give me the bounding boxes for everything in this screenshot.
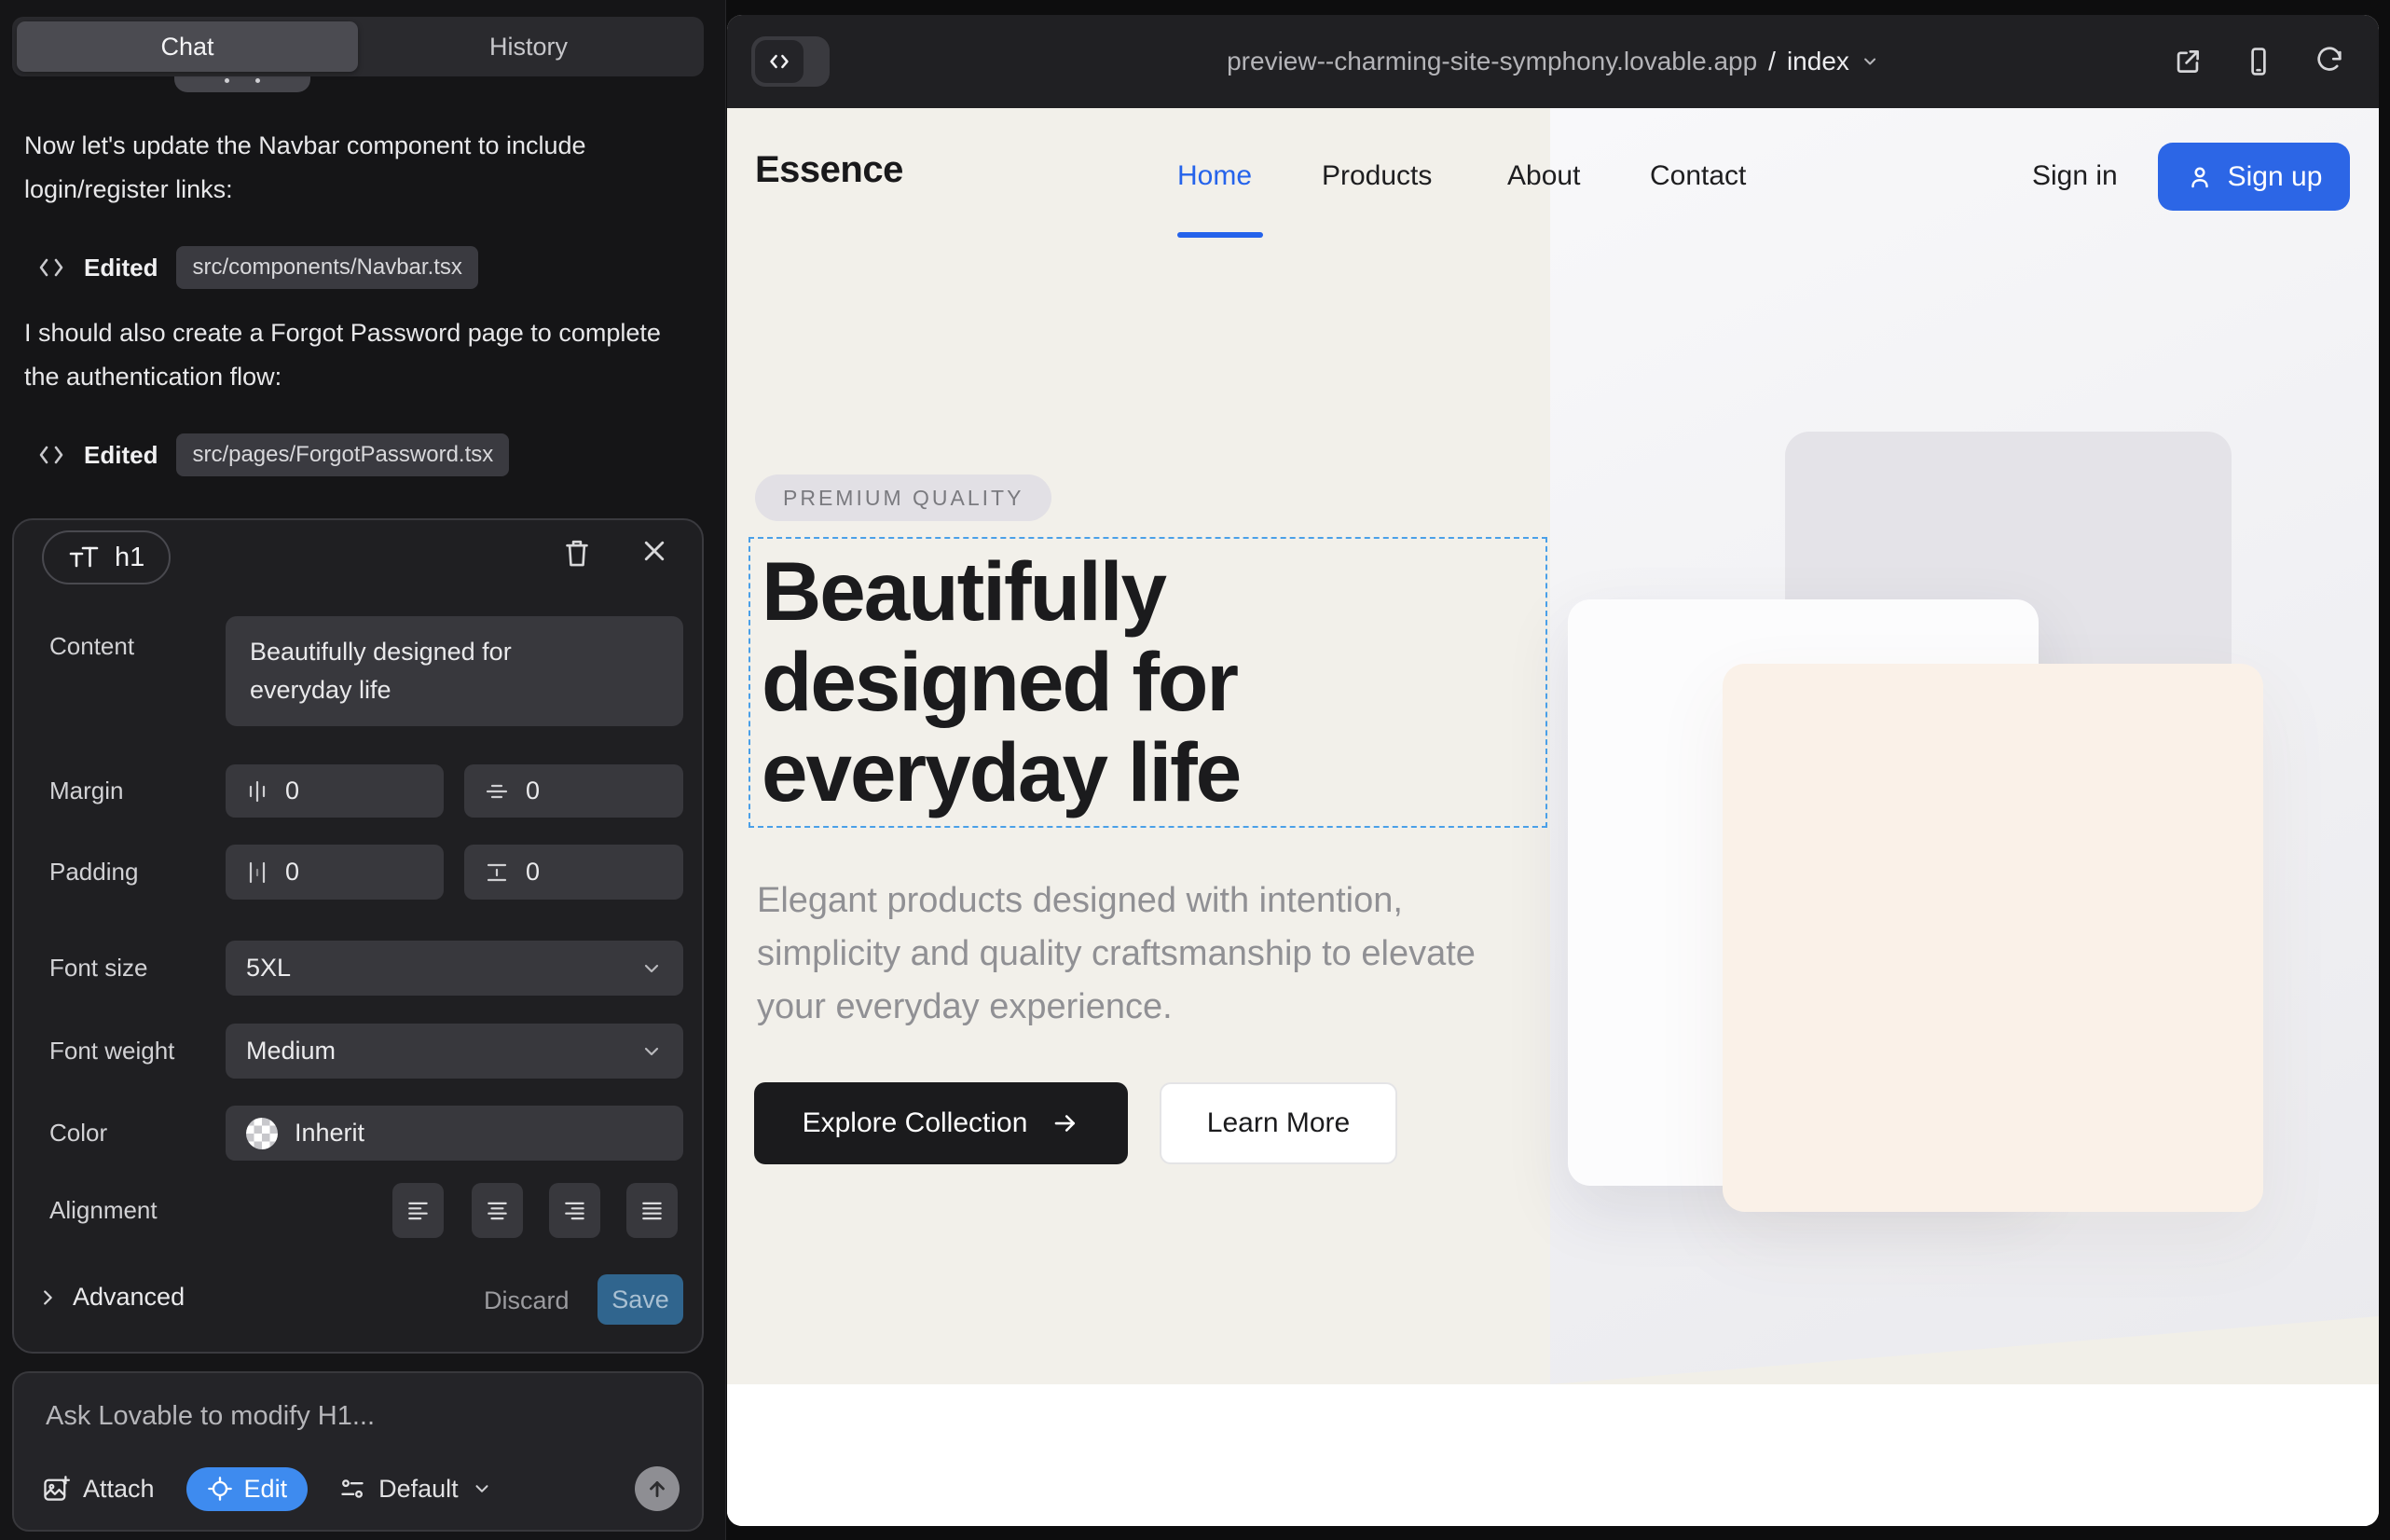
refresh-icon[interactable] [2314,46,2345,77]
delete-element-icon[interactable] [562,537,592,569]
align-left-button[interactable] [392,1183,444,1238]
decorative-card-cream [1723,664,2263,1212]
preview-toolbar: preview--charming-site-symphony.lovable.… [727,15,2379,108]
mobile-view-icon[interactable] [2243,46,2274,77]
editor-actions [562,537,668,569]
align-center-button[interactable] [472,1183,523,1238]
chat-composer: Ask Lovable to modify H1... Attach Edit … [12,1371,704,1532]
sliders-icon [339,1476,365,1502]
text-size-icon [68,543,100,571]
element-editor-panel: h1 Content Beautifully designed for ever… [12,518,704,1354]
nav-link-contact[interactable]: Contact [1650,160,1746,192]
hero-headline[interactable]: Beautifully designed for everyday life [762,546,1240,818]
explore-collection-button[interactable]: Explore Collection [754,1082,1128,1164]
attach-button[interactable]: Attach [42,1475,155,1504]
url-breadcrumb[interactable]: preview--charming-site-symphony.lovable.… [1227,15,1879,108]
element-tag-label: h1 [115,543,144,573]
alignment-label: Alignment [49,1196,158,1225]
hero-cta-row: Explore Collection Learn More [754,1082,1397,1164]
margin-vertical-icon [485,780,509,803]
edit-mode-button[interactable]: Edit [186,1467,309,1511]
chevron-down-icon [1861,52,1879,71]
preview-pane: preview--charming-site-symphony.lovable.… [726,0,2390,1540]
padding-x-input[interactable]: 0 [226,845,444,900]
transparent-swatch-icon [246,1118,278,1149]
color-select[interactable]: Inherit [226,1106,683,1161]
font-weight-label: Font weight [49,1037,174,1066]
code-icon [755,40,804,83]
align-justify-button[interactable] [626,1183,678,1238]
padding-label: Padding [49,858,138,887]
site-logo[interactable]: Essence [755,149,903,191]
assistant-message: Now let's update the Navbar component to… [24,124,692,212]
scrolled-chip-peek [174,76,310,92]
composer-toolbar: Attach Edit Default [42,1466,680,1511]
padding-vertical-icon [485,861,509,884]
font-size-label: Font size [49,954,148,983]
chevron-right-icon [37,1287,58,1308]
url-host: preview--charming-site-symphony.lovable.… [1227,47,1757,76]
preview-toolbar-actions [2172,15,2345,108]
padding-y-input[interactable]: 0 [464,845,683,900]
attach-image-icon [42,1475,70,1503]
url-separator: / [1768,47,1776,76]
arrow-up-icon [645,1477,669,1501]
save-button[interactable]: Save [598,1274,683,1325]
margin-label: Margin [49,777,123,805]
mode-selector[interactable]: Default [339,1475,492,1504]
code-icon [37,255,65,280]
chevron-down-icon [640,1040,663,1063]
color-label: Color [49,1119,107,1148]
code-icon [37,443,65,467]
next-section-background [727,1384,2379,1526]
file-chip[interactable]: src/components/Navbar.tsx [176,246,477,289]
align-right-button[interactable] [549,1183,600,1238]
chat-input[interactable]: Ask Lovable to modify H1... [46,1401,375,1432]
send-button[interactable] [635,1466,680,1511]
chat-history-tabs: Chat History [12,17,704,76]
user-icon [2186,163,2214,191]
url-page: index [1787,47,1849,76]
edited-label: Edited [84,254,158,282]
sign-in-link[interactable]: Sign in [2032,160,2118,192]
edited-file-row: Edited src/components/Navbar.tsx [37,244,478,291]
padding-horizontal-icon [246,860,268,885]
nav-link-about[interactable]: About [1507,160,1580,192]
hero-description: Elegant products designed with intention… [757,874,1479,1034]
discard-button[interactable]: Discard [484,1286,570,1315]
assistant-message: I should also create a Forgot Password p… [24,311,692,399]
margin-y-input[interactable]: 0 [464,764,683,818]
font-size-select[interactable]: 5XL [226,941,683,996]
open-external-icon[interactable] [2172,46,2204,77]
font-weight-select[interactable]: Medium [226,1024,683,1079]
code-preview-toggle[interactable] [751,36,830,87]
advanced-toggle[interactable]: Advanced [37,1283,185,1312]
target-icon [207,1476,233,1502]
close-editor-icon[interactable] [640,537,668,569]
edited-file-row: Edited src/pages/ForgotPassword.tsx [37,432,509,478]
preview-window: preview--charming-site-symphony.lovable.… [727,15,2379,1526]
selected-element-pill: h1 [42,530,171,584]
file-chip[interactable]: src/pages/ForgotPassword.tsx [176,433,509,476]
chevron-down-icon [472,1478,492,1499]
tab-history[interactable]: History [358,21,699,72]
content-input[interactable]: Beautifully designed for everyday life [226,616,683,726]
site-canvas: Essence Home Products About Contact Sign… [727,108,2379,1526]
chevron-down-icon [640,957,663,980]
nav-link-home[interactable]: Home [1177,160,1252,192]
tab-chat[interactable]: Chat [17,21,358,72]
margin-x-input[interactable]: 0 [226,764,444,818]
edited-label: Edited [84,441,158,470]
sign-up-button[interactable]: Sign up [2158,143,2350,211]
margin-horizontal-icon [246,779,268,804]
active-nav-underline [1177,232,1263,238]
arrow-right-icon [1051,1109,1079,1137]
learn-more-button[interactable]: Learn More [1160,1082,1397,1164]
nav-link-products[interactable]: Products [1322,160,1432,192]
content-label: Content [49,632,134,661]
lovable-side-panel: Chat History Now let's update the Navbar… [0,0,726,1540]
premium-quality-badge: PREMIUM QUALITY [755,474,1051,521]
